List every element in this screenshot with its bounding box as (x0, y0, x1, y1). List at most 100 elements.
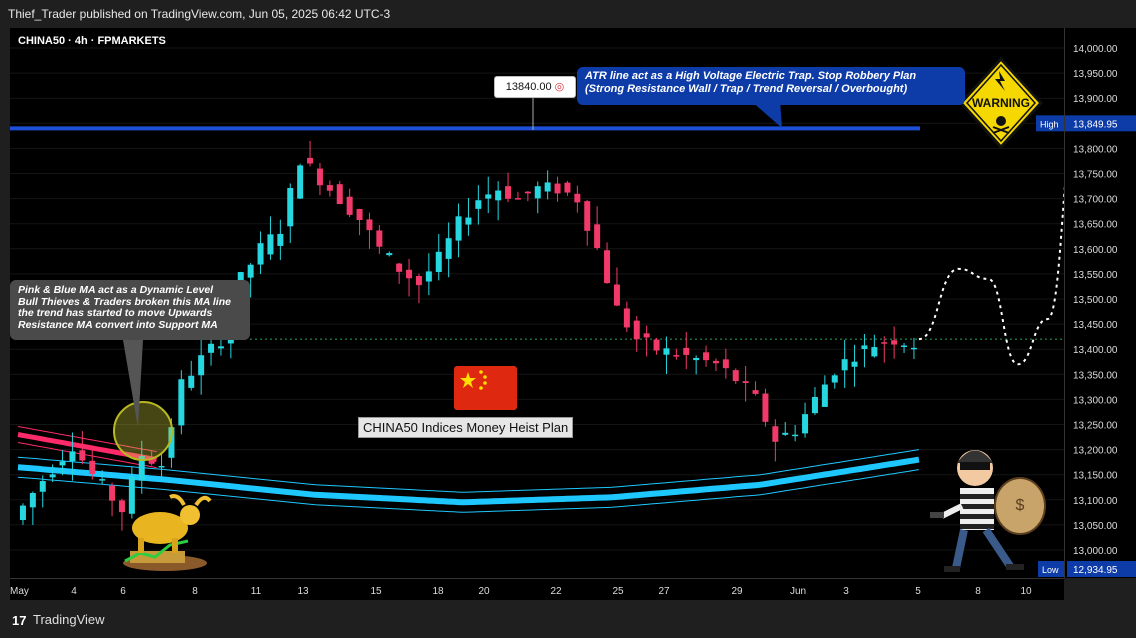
time-tick-label: Jun (790, 586, 806, 597)
candle-body (693, 357, 700, 361)
publish-line: Thief_Trader published on TradingView.co… (8, 7, 391, 21)
candle-body (109, 485, 116, 501)
candle-body (851, 361, 858, 367)
candle-body (514, 198, 521, 200)
candle-body (336, 184, 343, 205)
candle-body (148, 460, 155, 464)
tradingview-brand: TradingView (33, 612, 105, 627)
candle-body (198, 355, 205, 376)
svg-text:$: $ (1016, 497, 1025, 514)
candle-body (208, 343, 215, 353)
time-tick-label: 13 (297, 586, 309, 597)
candle-body (49, 474, 56, 478)
symbol-label: CHINA50 · 4h · FPMARKETS (18, 35, 166, 47)
time-tick-label: 4 (71, 586, 77, 597)
candle-body (505, 186, 512, 199)
candle-body (267, 234, 274, 255)
price-tick-label: 13,800.00 (1073, 144, 1118, 155)
time-tick-label: 15 (370, 586, 382, 597)
time-tick-label: 29 (731, 586, 743, 597)
time-tick-label: 8 (192, 586, 198, 597)
price-tick-label: 14,000.00 (1073, 44, 1118, 55)
china-flag-icon (454, 366, 517, 410)
tradingview-logo-icon: 17 (12, 613, 27, 628)
time-axis[interactable]: May 4 6 8 11 13 15 18 20 22 25 27 29 Jun 3 5 8 10 (10, 578, 1064, 601)
candle-body (158, 465, 165, 468)
candle-body (287, 188, 294, 227)
candle-body (663, 348, 670, 355)
time-tick-label: 18 (432, 586, 444, 597)
price-axis[interactable]: 14,000.0013,950.0013,900.0013,850.0013,8… (1035, 28, 1136, 578)
candle-body (524, 191, 531, 194)
candle-body (69, 451, 76, 462)
price-tick-label: 13,750.00 (1073, 170, 1118, 181)
publish-header: Thief_Trader published on TradingView.co… (0, 0, 1136, 28)
price-tick-label: 13,900.00 (1073, 94, 1118, 105)
candle-body (901, 345, 908, 348)
candle-body (831, 375, 838, 383)
target-icon: ◎ (554, 81, 565, 93)
candle-body (99, 479, 106, 481)
candle-body (653, 339, 660, 351)
candle-body (821, 384, 828, 407)
price-tick-label: 13,100.00 (1073, 496, 1118, 507)
ma-callout-line-3: the trend has started to move Upwards (18, 307, 213, 319)
price-axis-scale: 14,000.0013,950.0013,900.0013,850.0013,8… (1035, 44, 1136, 577)
candle-body (722, 359, 729, 369)
candle-body (29, 493, 36, 508)
price-tick-label: 13,650.00 (1073, 220, 1118, 231)
candle-body (613, 284, 620, 306)
candle-body (534, 186, 541, 199)
plan-label: CHINA50 Indices Money Heist Plan (358, 417, 574, 438)
time-tick-label: 27 (658, 586, 670, 597)
price-tick-label: 13,050.00 (1073, 521, 1118, 532)
low-label: Low (1042, 565, 1059, 575)
candle-body (544, 182, 551, 192)
candle-body (673, 355, 680, 357)
candle-body (178, 379, 185, 426)
time-tick-label: 8 (975, 586, 981, 597)
price-tick-label: 13,350.00 (1073, 370, 1118, 381)
price-tick-label: 13,200.00 (1073, 446, 1118, 457)
candle-body (564, 182, 571, 193)
candle-body (346, 196, 353, 215)
candle-body (594, 224, 601, 248)
price-tick-label: 13,450.00 (1073, 320, 1118, 331)
candle-body (891, 340, 898, 345)
candle-body (742, 381, 749, 383)
candle-body (643, 333, 650, 338)
price-tick-label: 13,000.00 (1073, 546, 1118, 557)
candle-body (257, 243, 264, 265)
candle-body (475, 200, 482, 209)
chart-area[interactable]: WARNING $ High Low CHINA50 · 4h · FPMARK… (10, 28, 1064, 578)
warning-sign-icon: WARNING (958, 56, 1044, 150)
ma-callout-line-4: Resistance MA convert into Support MA (18, 318, 218, 331)
candle-body (792, 434, 799, 437)
candle-body (445, 238, 452, 259)
candle-body (633, 320, 640, 340)
candle-body (802, 414, 809, 434)
candle-body (326, 185, 333, 191)
candle-body (712, 360, 719, 364)
time-axis-scale: May 4 6 8 11 13 15 18 20 22 25 27 29 Jun 3 5 8 10 (10, 586, 1032, 597)
candle-body (495, 190, 502, 201)
candle-body (366, 219, 373, 231)
candle-body (910, 347, 917, 350)
price-tag-value: 13840.00 (505, 81, 552, 93)
footer: 17 TradingView (0, 600, 1136, 638)
candle-body (118, 500, 125, 513)
candle-body (881, 342, 888, 344)
candle-body (217, 346, 224, 349)
atr-callout-line-2: (Strong Resistance Wall / Trap / Trend R… (585, 83, 908, 95)
high-value: 13,849.95 (1073, 119, 1118, 130)
candle-body (782, 432, 789, 435)
candle-body (59, 461, 66, 466)
price-tick-label: 13,550.00 (1073, 270, 1118, 281)
time-tick-label: 10 (1020, 586, 1032, 597)
bull-icon (123, 494, 212, 571)
candle-body (415, 275, 422, 286)
candle-body (871, 347, 878, 357)
candle-body (406, 269, 413, 279)
ma-callout-line-1: Pink & Blue MA act as a Dynamic Level (18, 284, 214, 296)
time-tick-label: May (10, 586, 29, 597)
